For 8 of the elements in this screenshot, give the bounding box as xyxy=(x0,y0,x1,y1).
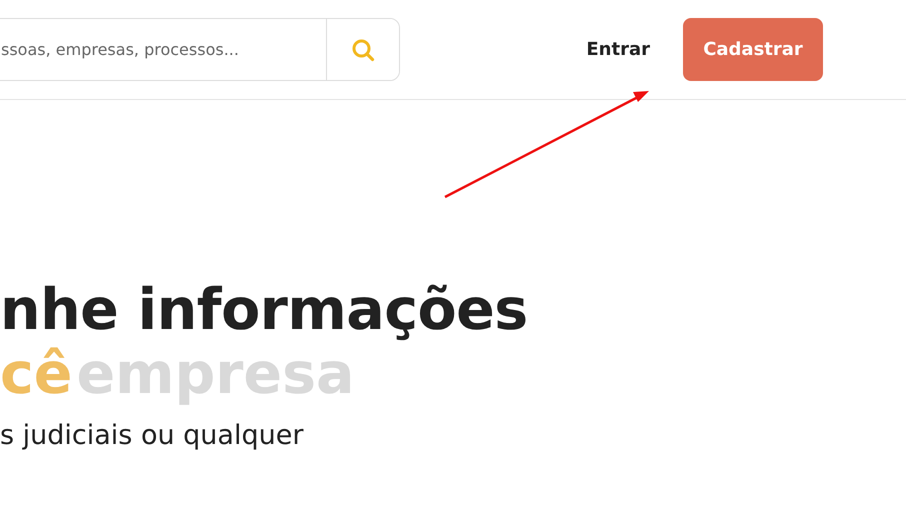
search-icon xyxy=(351,38,375,62)
login-link[interactable]: Entrar xyxy=(586,39,650,60)
search-field[interactable]: ssoas, empresas, processos... xyxy=(0,19,326,80)
headline: nhe informações xyxy=(0,278,529,342)
search-bar[interactable]: ssoas, empresas, processos... xyxy=(0,18,400,81)
highlighted-word: cê xyxy=(0,342,72,406)
search-button[interactable] xyxy=(326,19,399,80)
subtitle: s judiciais ou qualquer xyxy=(0,420,304,451)
